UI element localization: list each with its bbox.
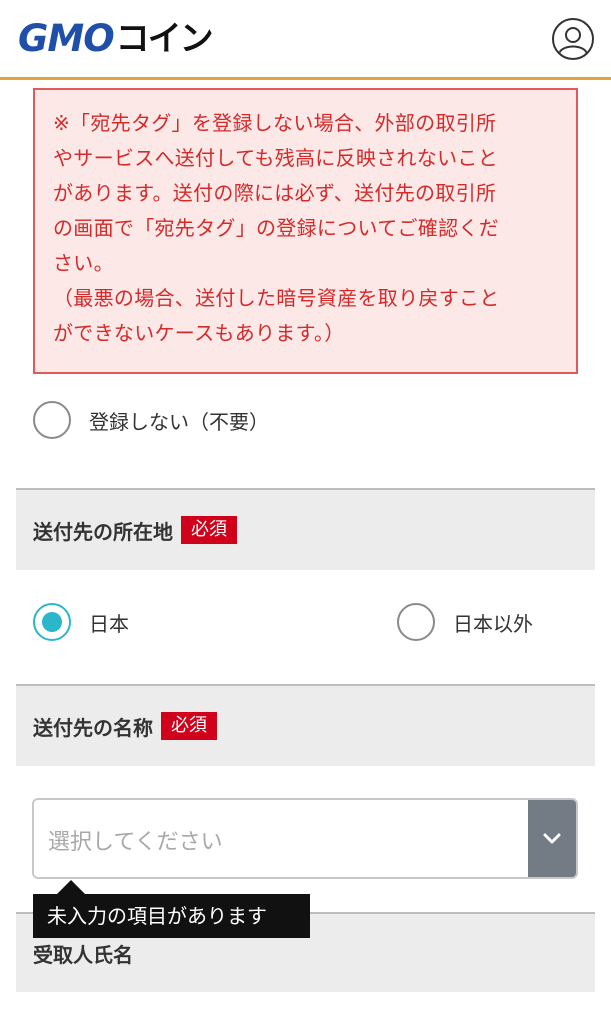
no-tag-radio-option[interactable]: 登録しない（不要） [33,401,269,439]
location-japan-radio[interactable] [33,603,71,641]
location-japan-option[interactable]: 日本 [33,603,129,641]
recipient-section-title: 受取人氏名 [33,942,133,967]
gmo-coin-logo[interactable]: GMO コイン [18,17,214,60]
required-badge: 必須 [181,516,237,544]
warning-line: （最悪の場合、送付した暗号資産を取り戻すこと [53,286,500,310]
warning-line: の画面で「宛先タグ」の登録についてご確認くだ [53,216,499,240]
destination-tag-warning: ※「宛先タグ」を登録しない場合、外部の取引所 やサービスへ送付しても残高に反映さ… [33,88,578,374]
tooltip-arrow [57,880,85,894]
destination-name-select[interactable]: 選択してください [32,798,578,879]
location-overseas-label: 日本以外 [453,611,533,636]
no-tag-radio[interactable] [33,401,71,439]
user-icon [558,27,588,55]
location-japan-label: 日本 [89,611,129,636]
logo-coin-text: コイン [115,19,214,59]
warning-line: ※「宛先タグ」を登録しない場合、外部の取引所 [53,111,497,135]
required-field-error-tooltip: 未入力の項目があります [33,894,310,938]
chevron-down-icon [543,833,561,843]
name-section-header: 送付先の名称 必須 [16,684,595,766]
app-header: GMO コイン [0,0,611,80]
required-badge: 必須 [161,712,217,740]
warning-line: があります。送付の際には必ず、送付先の取引所 [53,181,497,205]
warning-line: やサービスへ送付しても残高に反映されないこと [53,146,498,170]
select-placeholder: 選択してください [48,830,223,855]
location-overseas-option[interactable]: 日本以外 [397,603,533,641]
user-account-button[interactable] [552,18,594,60]
location-section-title: 送付先の所在地 [33,519,173,544]
warning-line: ができないケースもあります。） [53,321,345,345]
warning-line: さい。 [53,251,114,275]
location-section-header: 送付先の所在地 必須 [16,488,595,570]
select-dropdown-button[interactable] [528,800,576,877]
no-tag-radio-label: 登録しない（不要） [89,409,269,434]
logo-gmo-text: GMO [18,17,115,60]
location-overseas-radio[interactable] [397,603,435,641]
name-section-title: 送付先の名称 [33,715,153,740]
